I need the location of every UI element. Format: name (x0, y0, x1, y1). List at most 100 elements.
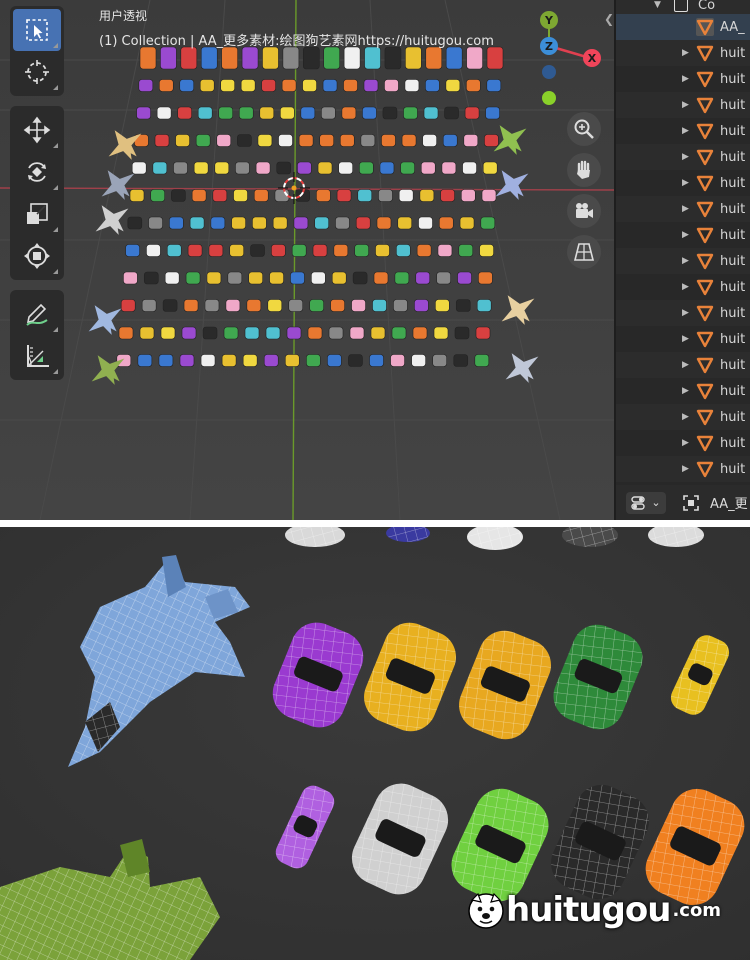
outliner-object-row[interactable]: ▶ huit (616, 378, 750, 404)
toy-vehicle-model (202, 326, 218, 340)
toy-vehicle-model (150, 189, 166, 202)
toy-vehicle-model (282, 46, 300, 70)
focus-frame-icon[interactable] (682, 494, 700, 512)
outliner-object-label: huit (720, 383, 746, 399)
outliner-object-label: huit (720, 253, 746, 269)
outliner-object-row[interactable]: ▶ huit (616, 300, 750, 326)
expand-arrow-icon[interactable]: ▼ (654, 0, 674, 10)
toy-vehicle-model (375, 244, 390, 257)
expand-arrow-icon[interactable]: ▶ (682, 100, 692, 110)
expand-arrow-icon[interactable]: ▶ (682, 386, 692, 396)
outliner-object-row[interactable]: ▶ huit (616, 456, 750, 482)
toy-vehicle-model (248, 271, 263, 285)
toy-vehicle-model (364, 46, 381, 70)
toy-vehicle-model (391, 326, 407, 340)
perspective-toggle-button[interactable] (567, 235, 601, 269)
toy-vehicle-model (481, 189, 497, 202)
perspective-grid-icon (573, 243, 595, 261)
toy-vehicle-model (267, 299, 283, 312)
toy-vehicle-model (127, 216, 143, 230)
toy-vehicle-model (373, 271, 389, 285)
filter-toggle-icon (631, 495, 646, 510)
expand-arrow-icon[interactable]: ▶ (682, 438, 692, 448)
toy-vehicle-model (335, 216, 350, 230)
expand-arrow-icon[interactable]: ▶ (682, 360, 692, 370)
toy-vehicle-model (120, 299, 136, 312)
view-name: 用户透视 (99, 9, 148, 23)
outliner-object-row[interactable]: ▶ huit (616, 118, 750, 144)
toy-vehicle-model (185, 271, 201, 285)
zoom-button[interactable] (567, 112, 601, 146)
toy-vehicle-model (191, 189, 207, 202)
outliner-object-row[interactable]: ▶ huit (616, 248, 750, 274)
toy-vehicle-model (189, 216, 205, 230)
transform-tool[interactable] (13, 235, 61, 277)
move-tool[interactable] (13, 109, 61, 151)
measure-tool[interactable] (13, 335, 61, 377)
toy-vehicle-model (225, 299, 241, 312)
expand-arrow-icon[interactable]: ▶ (682, 178, 692, 188)
outliner-object-row[interactable]: ▶ huit (616, 274, 750, 300)
navigation-gizmo[interactable]: Y Z X (503, 6, 610, 106)
outliner-object-row[interactable]: ▶ huit (616, 144, 750, 170)
outliner-object-row[interactable]: ▶ huit (616, 222, 750, 248)
pan-button[interactable] (567, 153, 601, 187)
outliner-object-row[interactable]: ▶ huit (616, 170, 750, 196)
3d-viewport[interactable]: 用户透视 (1) Collection | AA_更多素材:绘图狗艺素网http… (0, 0, 614, 520)
outliner-object-row[interactable]: ▶ huit (616, 430, 750, 456)
toy-vehicle-model (463, 134, 479, 147)
outliner-object-row[interactable]: ▶ huit (616, 352, 750, 378)
expand-arrow-icon[interactable]: ▶ (682, 308, 692, 318)
expand-arrow-icon[interactable]: ▶ (682, 334, 692, 344)
toy-vehicle-model (169, 216, 184, 230)
toy-vehicle-model (457, 271, 472, 285)
outliner-object-row[interactable]: ▶ huit (616, 404, 750, 430)
toy-vehicle-model (272, 216, 288, 230)
toy-vehicle-model (280, 106, 295, 120)
cursor-tool[interactable] (13, 51, 61, 93)
expand-arrow-icon[interactable]: ▶ (682, 412, 692, 422)
display-mode-dropdown[interactable]: ⌄ (626, 491, 666, 514)
expand-arrow-icon[interactable]: ▶ (682, 204, 692, 214)
toy-vehicle-model (433, 326, 449, 340)
toy-vehicle-model (312, 244, 328, 257)
toy-vehicle-model (455, 299, 471, 312)
toy-vehicle-model (418, 216, 433, 230)
rotate-tool[interactable] (13, 151, 61, 193)
toy-vehicle-model (382, 106, 398, 120)
scale-tool[interactable] (13, 193, 61, 235)
toy-vehicle-model (156, 106, 172, 120)
toy-vehicle-model (319, 134, 334, 147)
toy-vehicle-model (458, 244, 474, 257)
toy-vehicle-model (362, 106, 377, 120)
expand-arrow-icon[interactable]: ▶ (682, 464, 692, 474)
toy-vehicle-model (231, 216, 246, 230)
annotate-tool[interactable] (13, 293, 61, 335)
outliner-object-row[interactable]: ▶ huit (616, 40, 750, 66)
outliner-object-label: huit (720, 435, 746, 451)
camera-view-button[interactable] (567, 194, 601, 228)
toy-vehicle-model (148, 216, 163, 230)
expand-arrow-icon[interactable]: ▶ (682, 282, 692, 292)
sidebar-toggle-chevron-icon[interactable]: ❮ (604, 12, 614, 26)
toy-vehicle-model (129, 189, 145, 202)
outliner-object-row[interactable]: ▶ huit (616, 66, 750, 92)
toy-vehicle-model (193, 161, 209, 175)
toy-vehicle-model (229, 244, 245, 257)
outliner-object-row[interactable]: AA_ (616, 14, 750, 40)
toy-vehicle-model (235, 161, 250, 175)
toy-vehicle-model (363, 79, 379, 92)
outliner-object-row[interactable]: ▶ huit (616, 196, 750, 222)
outliner-object-row[interactable]: ▶ huit (616, 92, 750, 118)
expand-arrow-icon[interactable]: ▶ (682, 152, 692, 162)
outliner-object-row[interactable]: ▶ huit (616, 326, 750, 352)
expand-arrow-icon[interactable]: ▶ (682, 256, 692, 266)
expand-arrow-icon[interactable]: ▶ (682, 230, 692, 240)
select-box-tool[interactable] (13, 9, 61, 51)
expand-arrow-icon[interactable]: ▶ (682, 126, 692, 136)
expand-arrow-icon[interactable]: ▶ (682, 74, 692, 84)
toy-vehicle-model (440, 189, 455, 202)
expand-arrow-icon[interactable]: ▶ (682, 48, 692, 58)
toy-vehicle-model (484, 134, 499, 147)
toy-vehicle-model (397, 216, 413, 230)
